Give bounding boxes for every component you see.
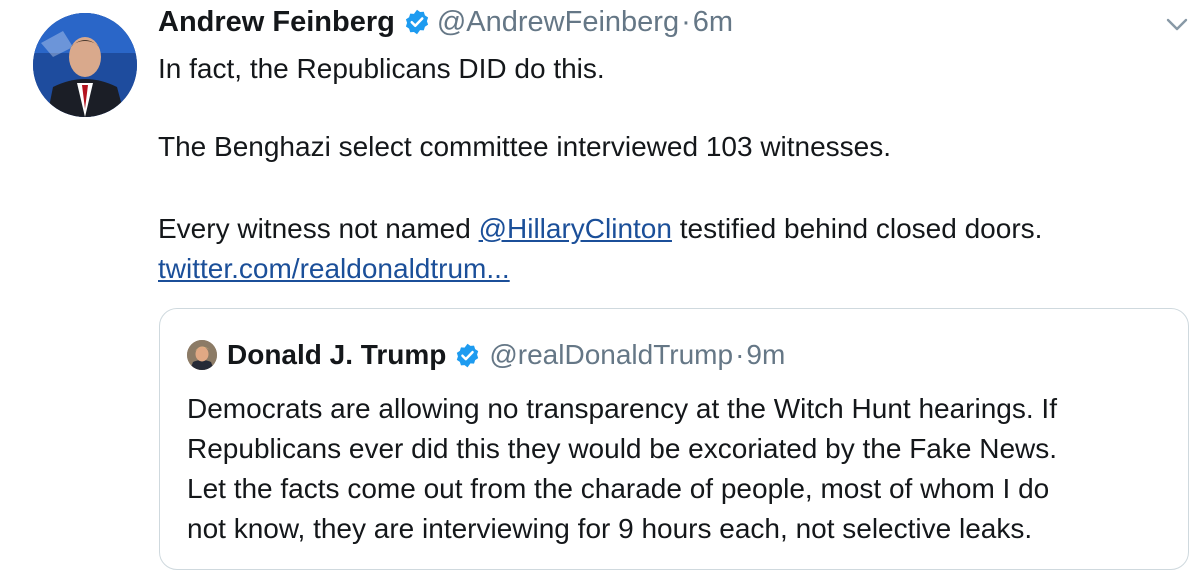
quoted-tweet-url-link[interactable]: twitter.com/realdonaldtrum... bbox=[158, 253, 510, 284]
quoted-text-line-4: not know, they are interviewing for 9 ho… bbox=[187, 513, 1033, 544]
quoted-tweet-card[interactable]: Donald J. Trump @realDonaldTrump · 9m De… bbox=[159, 308, 1189, 570]
tweet-text-line-1: In fact, the Republicans DID do this. bbox=[158, 53, 605, 84]
quoted-author-avatar[interactable] bbox=[187, 340, 217, 370]
quoted-text-line-2: Republicans ever did this they would be … bbox=[187, 433, 1058, 464]
separator-dot: · bbox=[735, 339, 745, 370]
quoted-author-name[interactable]: Donald J. Trump bbox=[227, 339, 446, 371]
tweet-text-before-mention: Every witness not named bbox=[158, 213, 479, 244]
tweet-header: Andrew Feinberg @AndrewFeinberg · 6m bbox=[158, 2, 733, 42]
quoted-tweet-header: Donald J. Trump @realDonaldTrump · 9m bbox=[227, 335, 785, 375]
tweet-text-line-4: twitter.com/realdonaldtrum... bbox=[158, 252, 510, 286]
verified-badge-icon bbox=[454, 342, 481, 369]
quoted-author-handle[interactable]: @realDonaldTrump bbox=[489, 339, 733, 371]
verified-badge-icon bbox=[403, 8, 431, 36]
quoted-text-line-3: Let the facts come out from the charade … bbox=[187, 473, 1050, 504]
chevron-down-icon[interactable] bbox=[1166, 18, 1188, 32]
author-name[interactable]: Andrew Feinberg bbox=[158, 6, 395, 39]
tweet-text-line-3: Every witness not named @HillaryClinton … bbox=[158, 212, 1042, 246]
tweet-text-line-2: The Benghazi select committee interviewe… bbox=[158, 131, 892, 162]
author-avatar[interactable] bbox=[33, 13, 137, 117]
tweet-text-after-mention: testified behind closed doors. bbox=[671, 213, 1043, 244]
tweet: Andrew Feinberg @AndrewFeinberg · 6m In … bbox=[0, 0, 1200, 573]
tweet-timestamp[interactable]: 6m bbox=[693, 6, 733, 39]
separator-dot: · bbox=[681, 5, 691, 38]
author-handle[interactable]: @AndrewFeinberg bbox=[437, 6, 679, 39]
quoted-text-line-1: Democrats are allowing no transparency a… bbox=[187, 393, 1057, 424]
quoted-tweet-timestamp[interactable]: 9m bbox=[746, 339, 785, 371]
mention-link[interactable]: @HillaryClinton bbox=[479, 213, 672, 244]
